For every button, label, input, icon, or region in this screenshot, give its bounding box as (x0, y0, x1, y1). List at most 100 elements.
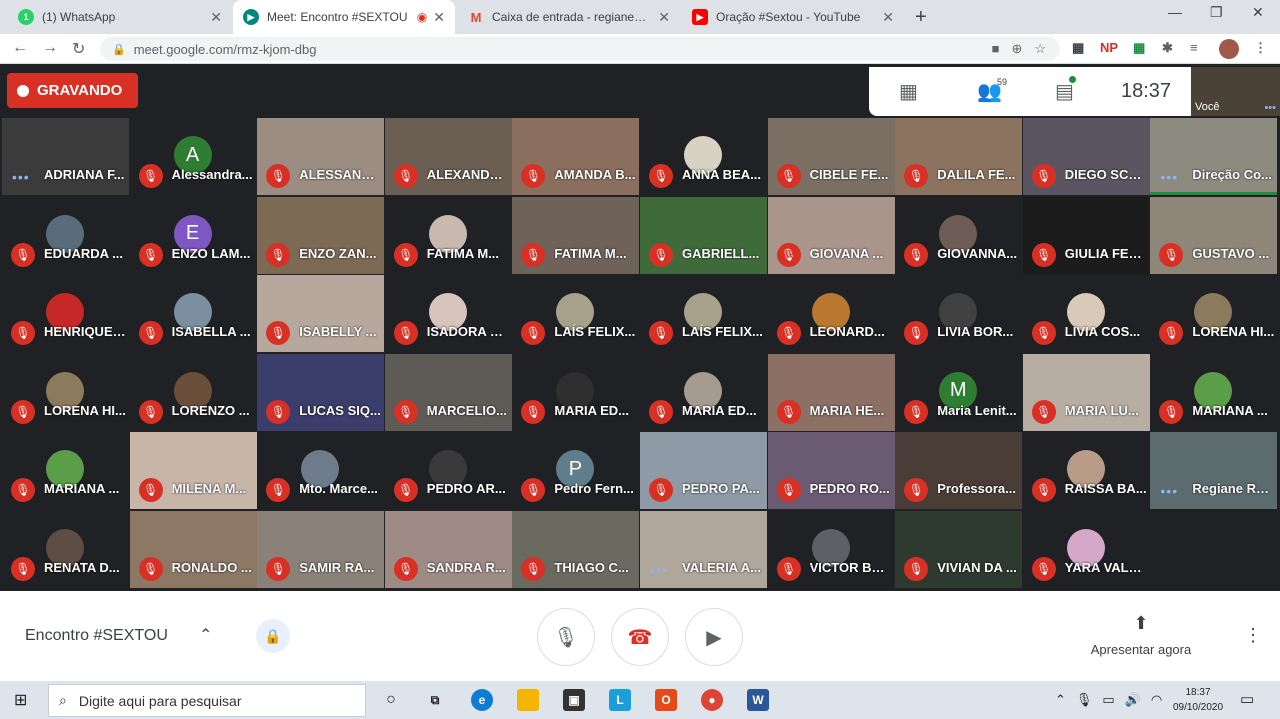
participant-tile[interactable]: 🎙 ALEXANDR... (384, 118, 512, 195)
battery-icon[interactable]: ▭ (1102, 692, 1114, 708)
participant-tile[interactable]: 🎙 DIEGO SCA... (1022, 118, 1150, 195)
store-icon[interactable]: ▣ (563, 689, 585, 711)
tab-whatsapp[interactable]: 1 (1) WhatsApp ✕ (8, 0, 232, 34)
url-field[interactable]: 🔒 meet.google.com/rmz-kjom-dbg ■ ⊕ ☆ (100, 37, 1060, 61)
file-explorer-icon[interactable] (517, 689, 539, 711)
participant-tile[interactable]: 🎙 THIAGO C... (512, 510, 640, 588)
participant-tile[interactable]: 🎙 MARIA LU... (1022, 353, 1150, 431)
extensions-icon[interactable]: ✱ (1162, 40, 1173, 56)
tab-gmail[interactable]: M Caixa de entrada - regiane@cole ✕ (458, 0, 680, 34)
participant-tile[interactable]: 🎙 LORENA HI... (1150, 275, 1278, 352)
word-icon[interactable]: W (747, 689, 769, 711)
participant-tile[interactable]: 🎙 LAÍS FELIX... (640, 275, 767, 352)
participant-tile[interactable]: 🎙 ISABELLA ... (129, 275, 257, 352)
participant-tile[interactable]: 🎙 AMANDA B... (512, 118, 640, 195)
close-tab-icon[interactable]: ✕ (658, 9, 670, 26)
media-icon[interactable]: ≡ (1190, 40, 1198, 55)
new-tab-button[interactable]: + (915, 6, 927, 29)
windows-start-icon[interactable]: ⊞ (14, 690, 27, 710)
participant-tile[interactable]: 🎙 GIOVANA ... (767, 196, 895, 274)
sheets-extension-icon[interactable]: ▦ (1133, 40, 1145, 56)
participant-tile[interactable]: 🎙 RONALDO ... (129, 510, 257, 588)
meeting-name[interactable]: Encontro #SEXTOU (25, 627, 168, 645)
chrome-icon[interactable]: ● (701, 689, 723, 711)
tab-youtube[interactable]: ▶ Oração #Sextou - YouTube ✕ (682, 0, 904, 34)
participant-tile[interactable]: 🎙 MARIANA ... (2, 432, 129, 509)
participant-tile[interactable]: 🎙 MARIA HE... (767, 353, 895, 431)
participant-tile[interactable]: 🎙 SAMIR RA... (257, 510, 385, 588)
notification-icon[interactable]: ▭ (1240, 690, 1254, 708)
chevron-up-icon[interactable]: ⌃ (199, 625, 212, 645)
microphone-button[interactable]: 🎙 (537, 608, 595, 666)
participant-tile[interactable]: 🎙 PEDRO PA... (640, 432, 767, 509)
participant-tile[interactable]: 🎙 GIULIA FER... (1022, 196, 1150, 274)
participant-tile[interactable]: 🎙 RAISSA BA... (1022, 432, 1150, 509)
participant-tile[interactable]: 🎙 ISADORA D... (384, 275, 512, 352)
taskbar-clock[interactable]: 18:37 09/10/2020 (1168, 685, 1228, 715)
participant-tile[interactable]: 🎙 VIVIAN DA ... (895, 510, 1023, 588)
participant-tile[interactable]: 🎙 MARCELIO... (384, 353, 512, 431)
participant-tile[interactable]: 🎙 ALESSAND... (257, 118, 385, 195)
participant-tile[interactable]: 🎙 PEDRO RO... (767, 432, 895, 509)
zoom-icon[interactable]: ⊕ (1011, 41, 1022, 57)
participant-tile[interactable]: ••• Regiane Ro... (1150, 432, 1278, 509)
reload-icon[interactable]: ↻ (72, 39, 85, 59)
participant-tile[interactable]: 🎙 FATIMA M... (512, 196, 640, 274)
tab-meet[interactable]: ▶ Meet: Encontro #SEXTOU ◉ ✕ (233, 0, 455, 34)
wifi-icon[interactable]: ◠ (1151, 692, 1162, 708)
self-view[interactable]: Você ••• (1191, 67, 1280, 116)
menu-icon[interactable]: ⋮ (1254, 40, 1267, 56)
participant-tile[interactable]: 🎙 ANNA BEA... (640, 118, 767, 195)
participant-tile[interactable]: 🎙 GIOVANNA... (895, 196, 1023, 274)
participant-tile[interactable]: 🎙 LORENZO ... (129, 353, 257, 431)
security-shield-icon[interactable]: 🔒 (256, 619, 290, 653)
participant-tile[interactable]: 🎙 LORENA HI... (2, 353, 129, 431)
participant-tile[interactable]: 🎙 Mto. Marce... (257, 432, 385, 509)
participant-tile[interactable]: 🎙 CIBELE FE... (767, 118, 895, 195)
participant-tile[interactable]: E 🎙 ENZO LAM... (129, 196, 257, 274)
participant-tile[interactable]: M 🎙 Maria Lenit... (895, 353, 1023, 431)
participant-tile[interactable]: ••• Direção Co... (1150, 118, 1278, 195)
camera-icon[interactable]: ■ (992, 41, 1000, 57)
participant-tile[interactable]: 🎙 LEONARD... (767, 275, 895, 352)
participant-tile[interactable]: 🎙 FATIMA M... (384, 196, 512, 274)
chevron-up-icon[interactable]: ⌃ (1055, 692, 1066, 708)
forward-icon[interactable]: → (42, 39, 58, 57)
hang-up-button[interactable]: ☎ (611, 608, 669, 666)
participant-tile[interactable]: 🎙 GABRIELL... (640, 196, 767, 274)
participant-tile[interactable]: 🎙 EDUARDA ... (2, 196, 129, 274)
profile-avatar[interactable] (1219, 39, 1239, 59)
grid-layout-icon[interactable]: ▦ (899, 79, 918, 104)
camera-button[interactable]: ▶ (685, 608, 743, 666)
participant-tile[interactable]: ••• VALERIA A... (640, 510, 767, 588)
restore-icon[interactable]: ❐ (1210, 4, 1223, 21)
back-icon[interactable]: ← (12, 39, 28, 57)
more-options-icon[interactable]: ⋮ (1244, 625, 1262, 646)
bookmark-star-icon[interactable]: ☆ (1034, 41, 1046, 57)
participant-tile[interactable]: 🎙 LIVIA COS... (1022, 275, 1150, 352)
participant-tile[interactable]: 🎙 MARIA ED... (640, 353, 767, 431)
participant-tile[interactable]: 🎙 PEDRO AR... (384, 432, 512, 509)
participant-tile[interactable]: 🎙 LUCAS SIQ... (257, 353, 385, 431)
taskbar-search-field[interactable]: ⌕ Digite aqui para pesquisar (48, 684, 366, 717)
participant-tile[interactable]: 🎙 HENRIQUE ... (2, 275, 129, 352)
cortana-icon[interactable]: ○ (380, 689, 402, 711)
participant-tile[interactable]: P 🎙 Pedro Fern... (512, 432, 640, 509)
participant-tile[interactable]: 🎙 MARIA ED... (512, 353, 640, 431)
volume-icon[interactable]: 🔊 (1125, 692, 1141, 708)
participant-tile[interactable]: 🎙 MARIANA ... (1150, 353, 1278, 431)
apps-grid-icon[interactable]: ▦ (1072, 40, 1084, 56)
participant-tile[interactable]: 🎙 ISABELLY ... (257, 275, 385, 352)
participant-tile[interactable]: 🎙 MILENA M... (129, 432, 257, 509)
close-window-icon[interactable]: ✕ (1252, 4, 1264, 21)
participant-tile[interactable]: 🎙 ENZO ZAN... (257, 196, 385, 274)
participant-tile[interactable]: 🎙 GUSTAVO ... (1150, 196, 1278, 274)
edge-icon[interactable]: e (471, 689, 493, 711)
minimize-icon[interactable]: — (1168, 4, 1182, 20)
participant-tile[interactable]: 🎙 LAÍS FELIX... (512, 275, 640, 352)
participant-tile[interactable]: 🎙 Professora... (895, 432, 1023, 509)
l-app-icon[interactable]: L (609, 689, 631, 711)
participant-tile[interactable]: 🎙 RENATA D... (2, 510, 129, 588)
participant-tile[interactable]: 🎙 LIVIA BOR... (895, 275, 1023, 352)
participant-tile[interactable]: 🎙 SANDRA R... (384, 510, 512, 588)
